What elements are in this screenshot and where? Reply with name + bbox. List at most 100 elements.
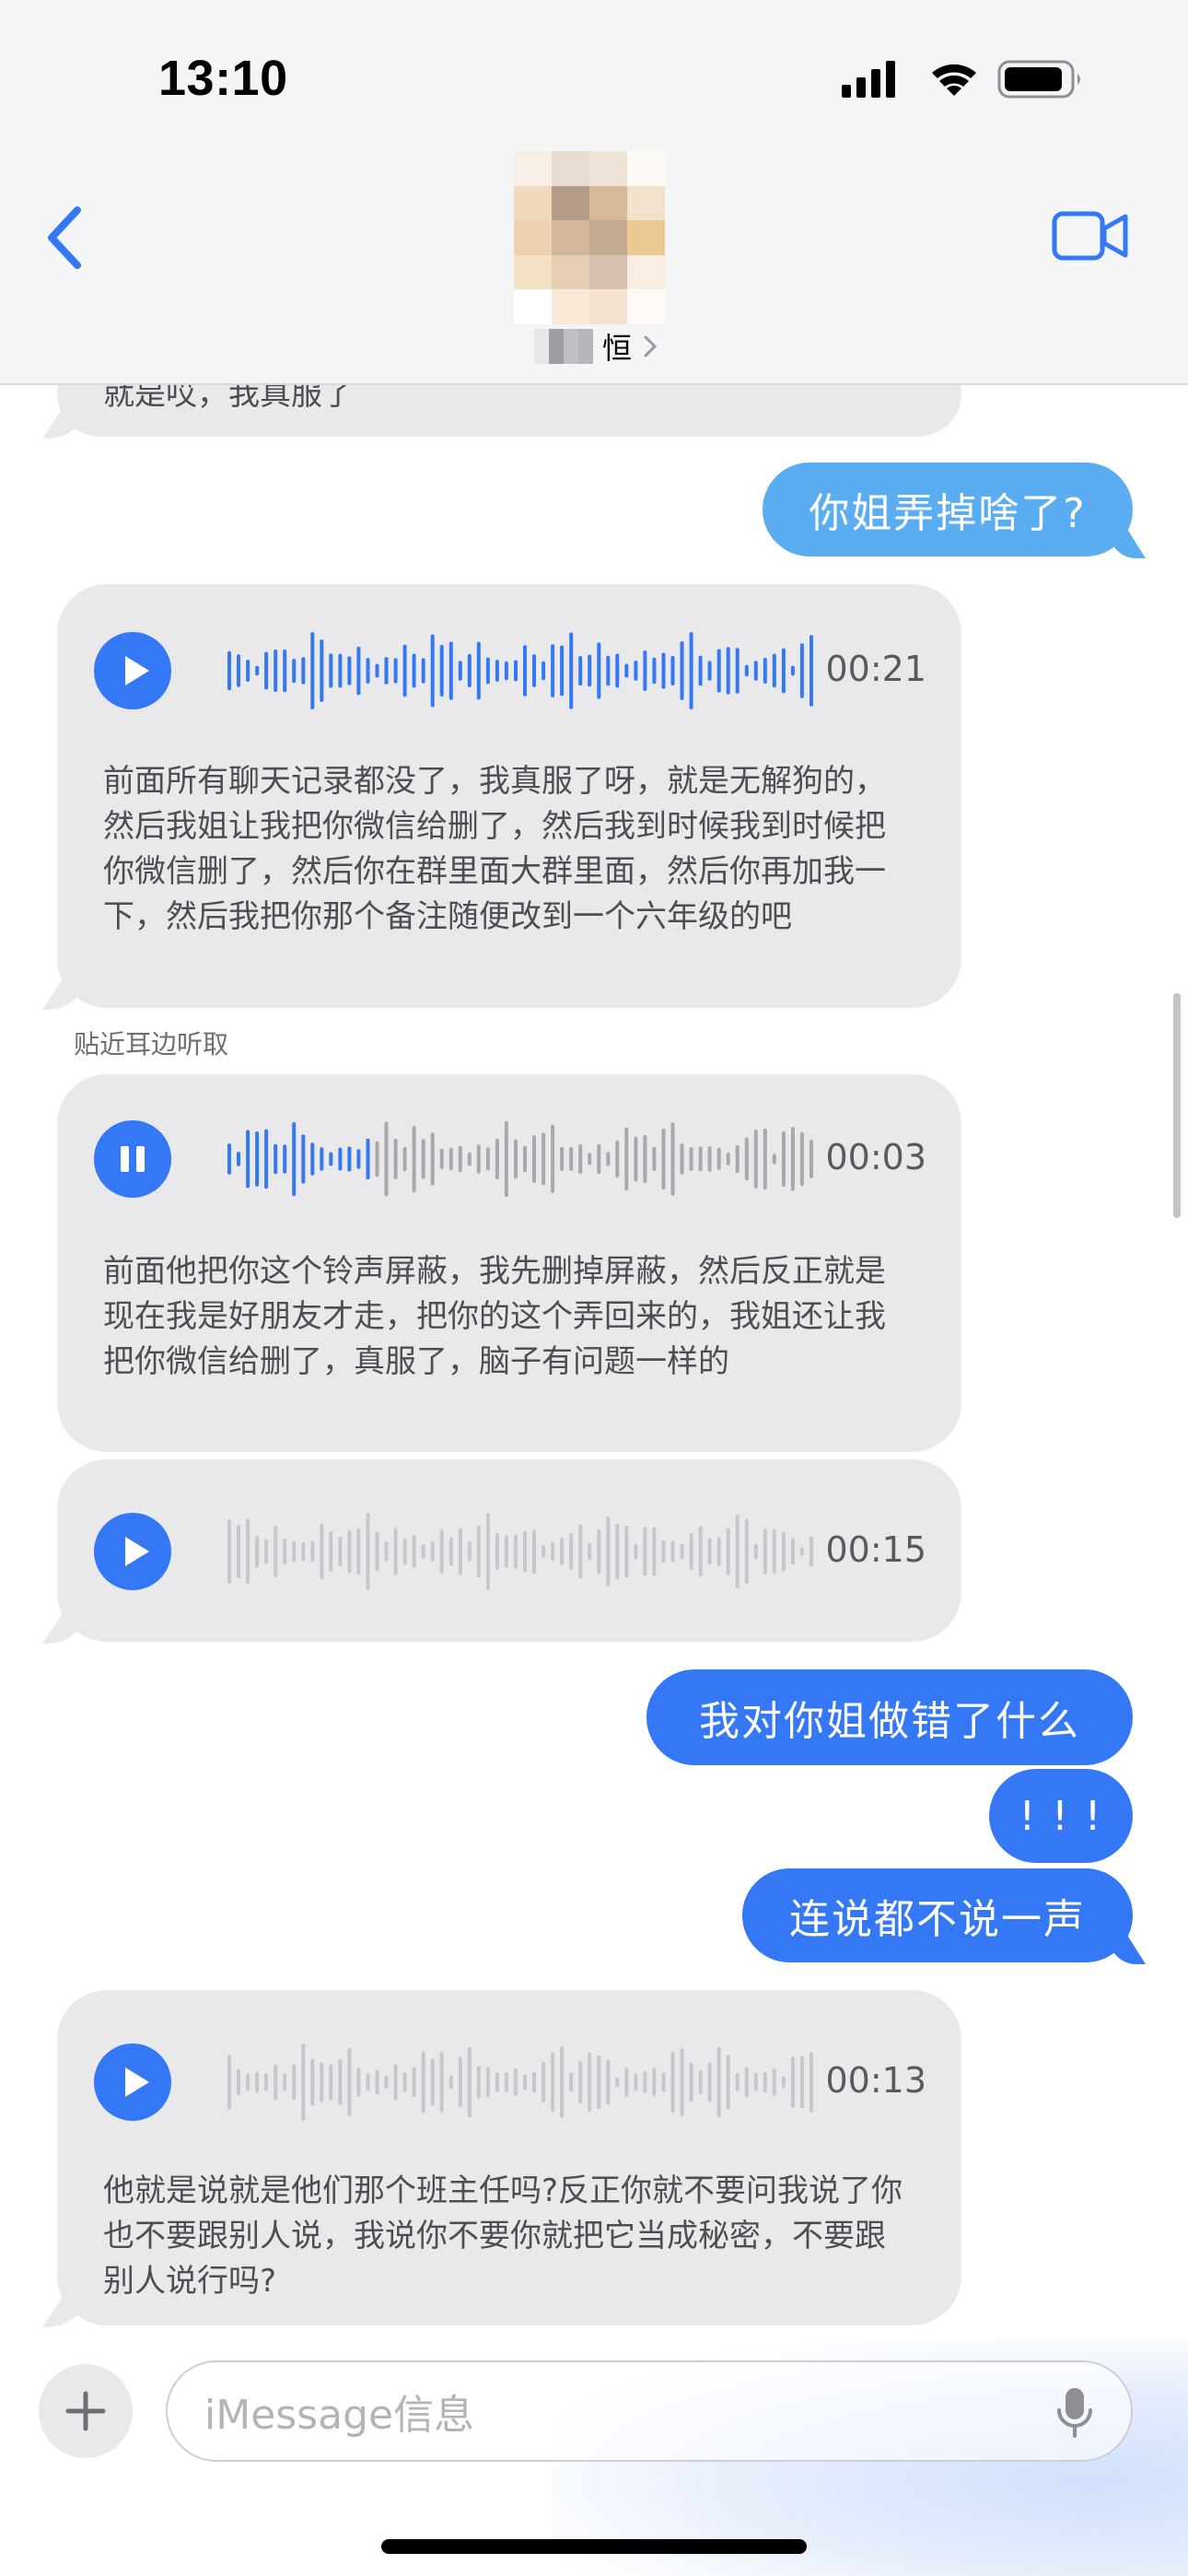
waveform-bar bbox=[310, 2058, 315, 2106]
add-attachment-button[interactable] bbox=[39, 2364, 133, 2458]
waveform-bar bbox=[707, 2062, 712, 2102]
waveform-bar bbox=[624, 1127, 629, 1191]
microphone-icon[interactable] bbox=[1055, 2386, 1094, 2438]
play-button[interactable] bbox=[94, 1513, 171, 1590]
waveform-bar bbox=[375, 2069, 379, 2095]
waveform-bar bbox=[384, 657, 389, 685]
waveform-bar bbox=[615, 1523, 620, 1580]
waveform-bar bbox=[329, 653, 333, 688]
waveform-bar bbox=[726, 2055, 730, 2110]
scrollbar[interactable] bbox=[1173, 993, 1181, 1218]
voice-message-bubble[interactable]: 00:15 bbox=[57, 1459, 961, 1642]
waveform-bar bbox=[292, 1540, 297, 1563]
waveform-bar bbox=[347, 2047, 352, 2117]
waveform-bar bbox=[402, 1146, 407, 1172]
waveform-bar bbox=[430, 1541, 435, 1562]
waveform-bar bbox=[283, 1144, 287, 1174]
avatar-pixel bbox=[552, 289, 589, 324]
waveform-bar bbox=[707, 1146, 712, 1172]
waveform-bar bbox=[689, 632, 693, 709]
waveform-bar bbox=[412, 1125, 416, 1193]
waveform-bar bbox=[551, 1541, 555, 1562]
waveform-bar bbox=[772, 1153, 776, 1165]
voice-message-bubble[interactable]: 00:03 前面他把你这个铃声屏蔽，我先删掉屏蔽，然后反正就是现在我是好朋友才走… bbox=[57, 1074, 961, 1452]
waveform-bar bbox=[809, 1140, 813, 1178]
avatar-pixel bbox=[514, 151, 552, 186]
waveform-bar bbox=[329, 1530, 333, 1573]
waveform-bar bbox=[283, 649, 287, 693]
waveform-bar bbox=[329, 2064, 333, 2101]
play-button[interactable] bbox=[94, 2043, 171, 2121]
waveform bbox=[227, 632, 813, 709]
waveform-bar bbox=[504, 1535, 508, 1568]
waveform-bar bbox=[615, 653, 620, 688]
waveform-bar bbox=[661, 2072, 666, 2092]
waveform-bar bbox=[744, 2067, 749, 2098]
waveform-bar bbox=[735, 1144, 740, 1174]
waveform-bar bbox=[421, 2051, 425, 2113]
waveform-bar bbox=[790, 1127, 795, 1191]
waveform-bar bbox=[467, 1152, 472, 1166]
waveform-bar bbox=[255, 1535, 260, 1568]
waveform-bar bbox=[227, 650, 231, 691]
avatar-pixel bbox=[514, 185, 552, 221]
waveform-bar bbox=[523, 1530, 527, 1573]
waveform-bar bbox=[237, 1152, 240, 1166]
waveform-bar bbox=[698, 1526, 703, 1577]
message-bubble-outgoing[interactable]: 我对你姐做错了什么 bbox=[646, 1669, 1133, 1765]
waveform-bar bbox=[661, 1540, 666, 1563]
waveform-bar bbox=[763, 2071, 767, 2093]
waveform-bar bbox=[301, 657, 306, 685]
contact-avatar[interactable] bbox=[514, 151, 665, 324]
waveform-bar bbox=[384, 1121, 389, 1197]
waveform-bar bbox=[274, 1526, 278, 1577]
waveform-bar bbox=[753, 1543, 758, 1560]
waveform-bar bbox=[542, 1545, 546, 1558]
waveform-bar bbox=[430, 634, 435, 708]
waveform-bar bbox=[467, 1541, 472, 1562]
cellular-signal-icon bbox=[842, 61, 895, 98]
waveform-bar bbox=[393, 658, 398, 684]
waveform-bar bbox=[689, 1147, 693, 1171]
waveform-bar bbox=[485, 1147, 490, 1171]
waveform-bar bbox=[606, 1152, 611, 1166]
avatar-pixel bbox=[552, 220, 589, 255]
waveform-bar bbox=[237, 1525, 240, 1578]
voice-transcript: 前面他把你这个铃声屏蔽，我先删掉屏蔽，然后反正就是现在我是好朋友才走，把你的这个… bbox=[103, 1253, 886, 1380]
waveform-bar bbox=[495, 1533, 499, 1570]
waveform-bar bbox=[588, 654, 592, 687]
pause-button[interactable] bbox=[94, 1120, 171, 1198]
waveform-bar bbox=[476, 641, 481, 700]
voice-duration: 00:15 bbox=[825, 1529, 926, 1570]
voice-duration: 00:13 bbox=[825, 2060, 926, 2101]
waveform-bar bbox=[634, 1543, 638, 1560]
message-input[interactable]: iMessage信息 bbox=[166, 2360, 1133, 2462]
waveform-bar bbox=[588, 2052, 592, 2113]
waveform-bar bbox=[467, 2046, 472, 2118]
waveform-bar bbox=[624, 663, 629, 678]
waveform bbox=[227, 1120, 813, 1198]
waveform-bar bbox=[458, 661, 462, 681]
waveform-bar bbox=[578, 656, 583, 686]
waveform-bar bbox=[652, 2067, 657, 2097]
message-bubble-outgoing[interactable]: 连说都不说一声 bbox=[742, 1868, 1133, 1962]
waveform-bar bbox=[661, 1128, 666, 1190]
voice-message-bubble[interactable]: 00:21 前面所有聊天记录都没了，我真服了呀，就是无解狗的，然后我姐让我把你微… bbox=[57, 584, 961, 1008]
waveform-bar bbox=[375, 1531, 379, 1572]
waveform-bar bbox=[698, 2069, 703, 2094]
play-button[interactable] bbox=[94, 632, 171, 709]
waveform-bar bbox=[514, 1534, 518, 1569]
waveform-bar bbox=[255, 665, 260, 676]
waveform-bar bbox=[412, 1535, 416, 1568]
waveform-bar bbox=[532, 2071, 536, 2093]
video-call-icon[interactable] bbox=[1052, 208, 1129, 263]
waveform-bar bbox=[698, 655, 703, 686]
message-bubble-outgoing[interactable]: ! ! ! bbox=[989, 1769, 1133, 1863]
back-chevron-icon[interactable] bbox=[41, 201, 96, 275]
message-bubble-outgoing[interactable]: 你姐弄掉啥了? bbox=[763, 463, 1133, 556]
avatar-pixel bbox=[589, 289, 627, 324]
contact-name[interactable]: 恒 bbox=[534, 326, 658, 367]
voice-message-bubble[interactable]: 00:13 他就是说就是他们那个班主任吗?反正你就不要问我说了你也不要跟别人说，… bbox=[57, 1990, 961, 2325]
waveform-bar bbox=[763, 1128, 767, 1190]
waveform bbox=[227, 2043, 813, 2121]
